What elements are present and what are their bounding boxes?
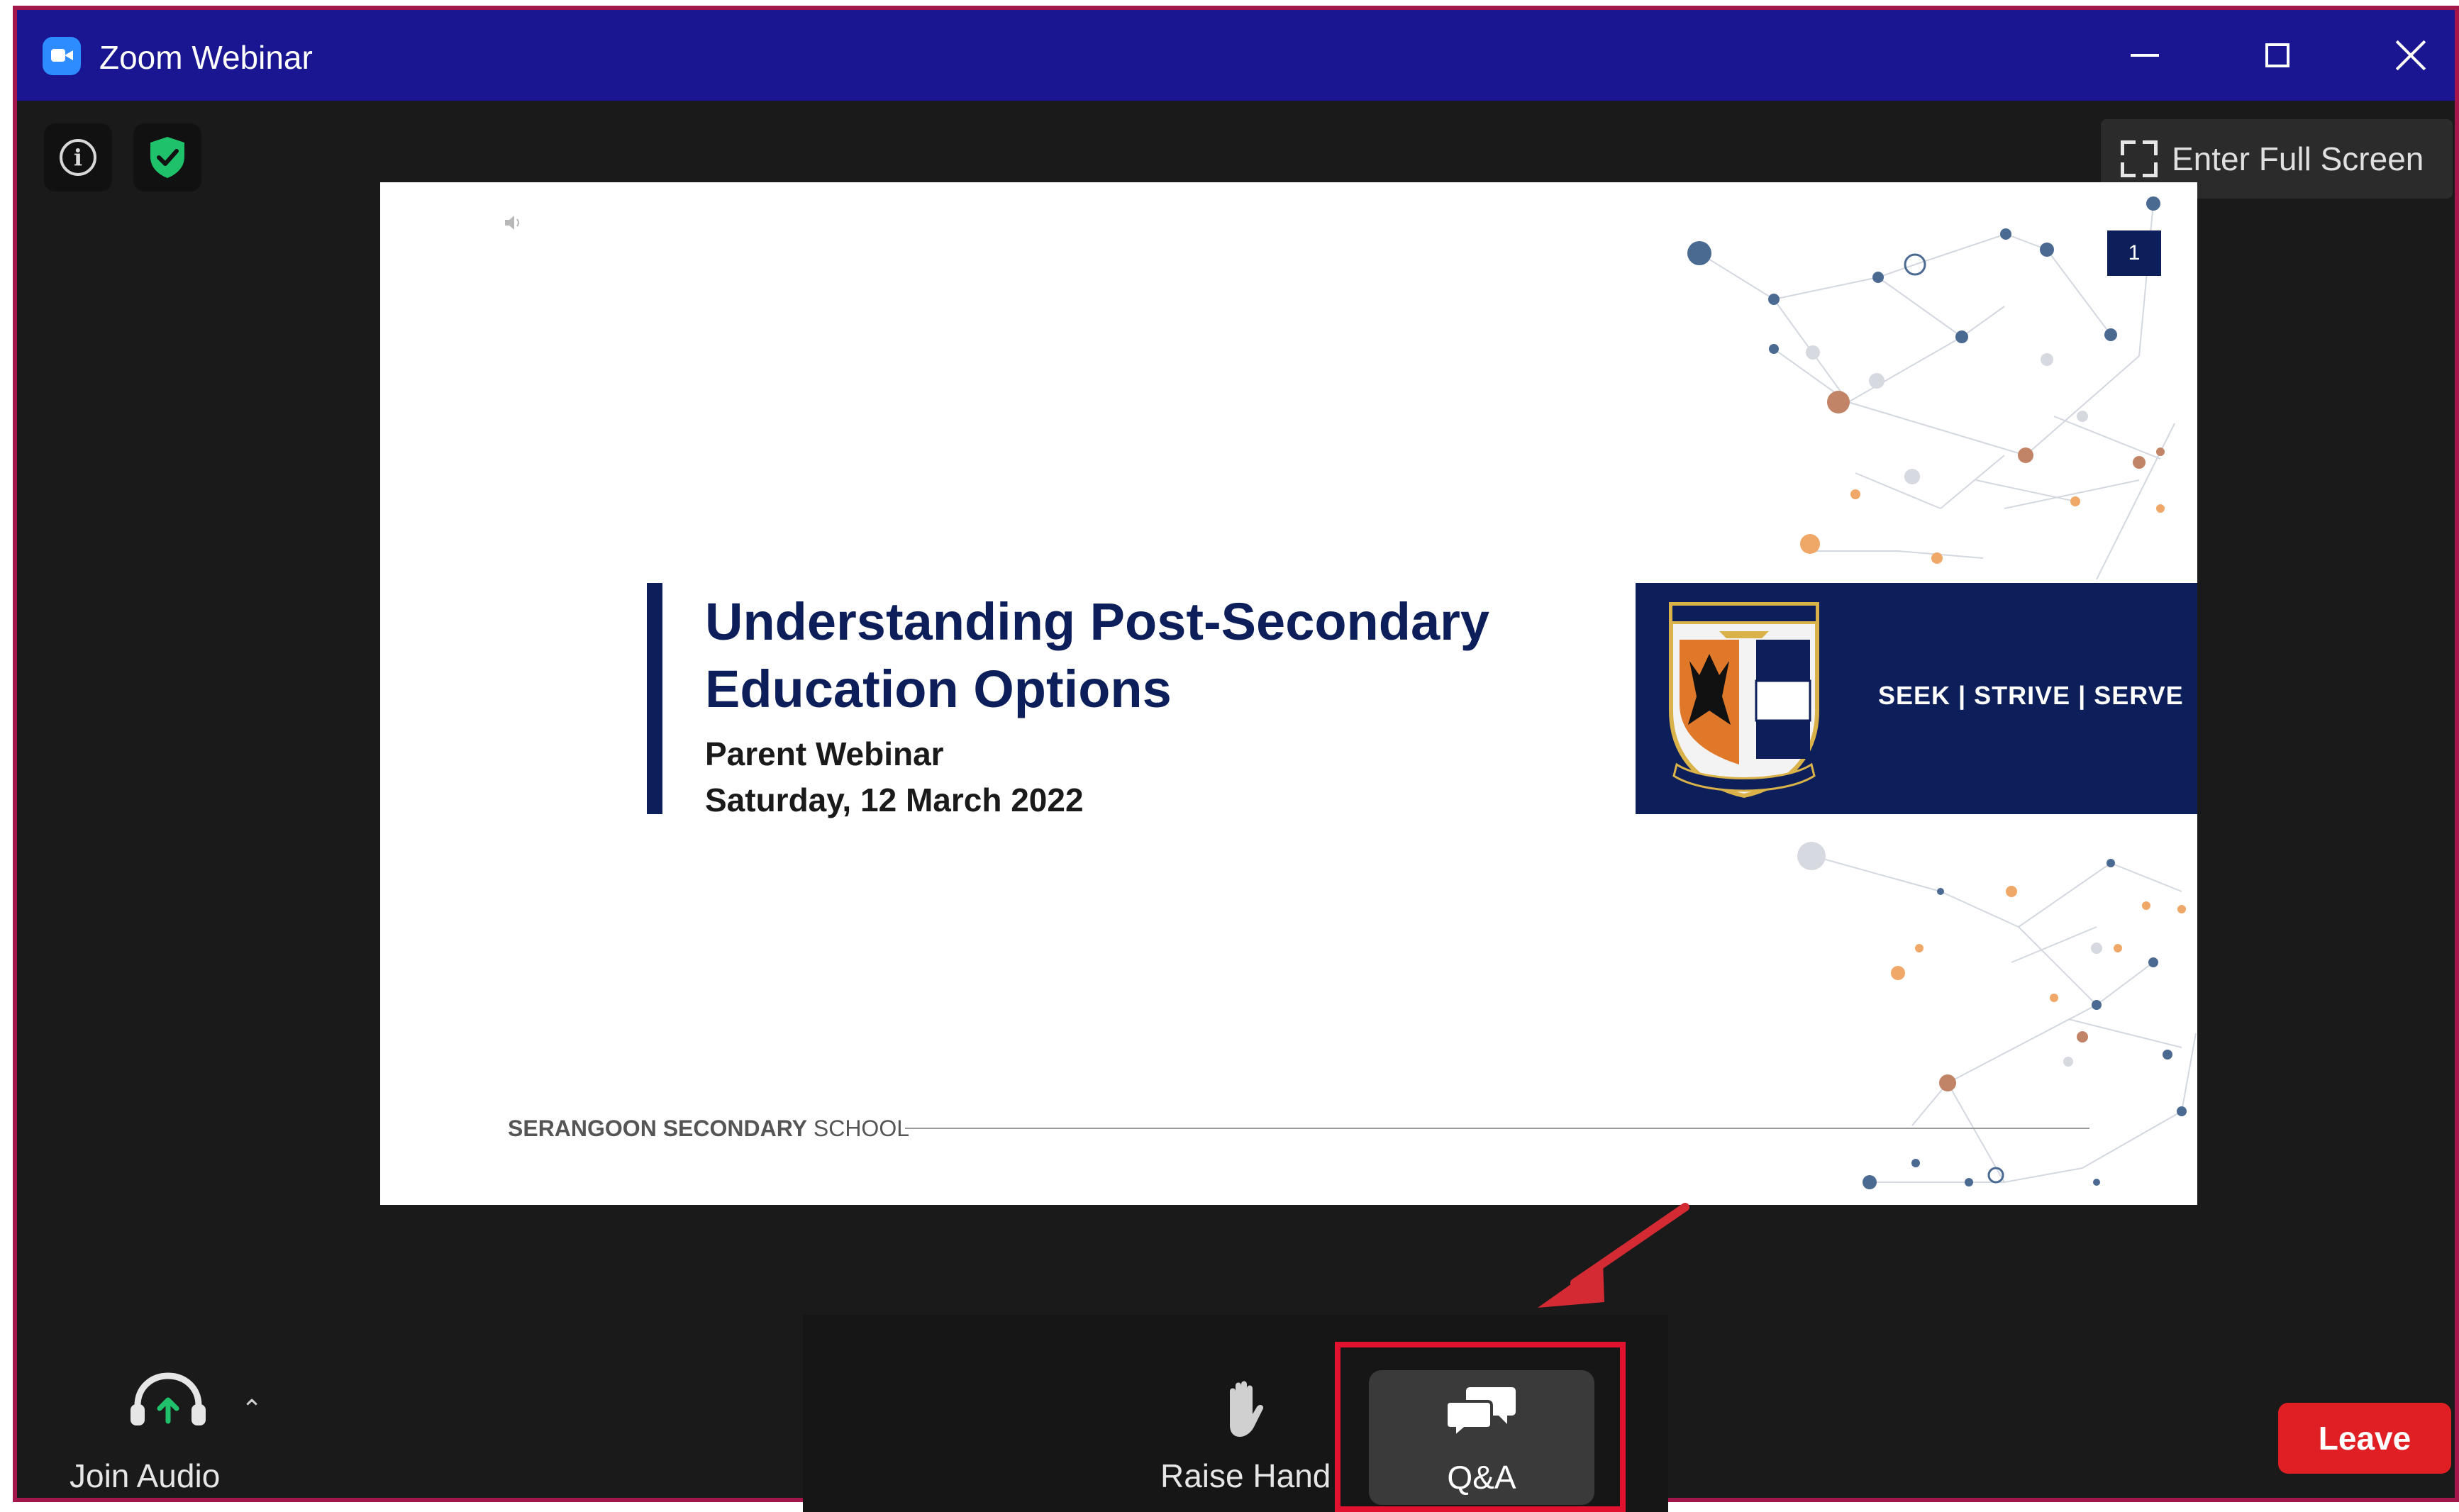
- headphones-icon: [131, 1372, 206, 1425]
- raise-hand-label: Raise Hand: [1160, 1457, 1331, 1494]
- audio-options-caret-icon[interactable]: ⌃: [241, 1394, 262, 1424]
- zoom-window: Zoom Webinar i Enter Full Screen 1 Under…: [13, 6, 2459, 1512]
- annotation-arrow: [1538, 1203, 1689, 1308]
- leave-button[interactable]: Leave: [2278, 1403, 2451, 1474]
- join-audio-label: Join Audio: [70, 1457, 221, 1494]
- qa-highlight-box: [1335, 1342, 1626, 1512]
- raise-hand-icon: [1230, 1381, 1264, 1437]
